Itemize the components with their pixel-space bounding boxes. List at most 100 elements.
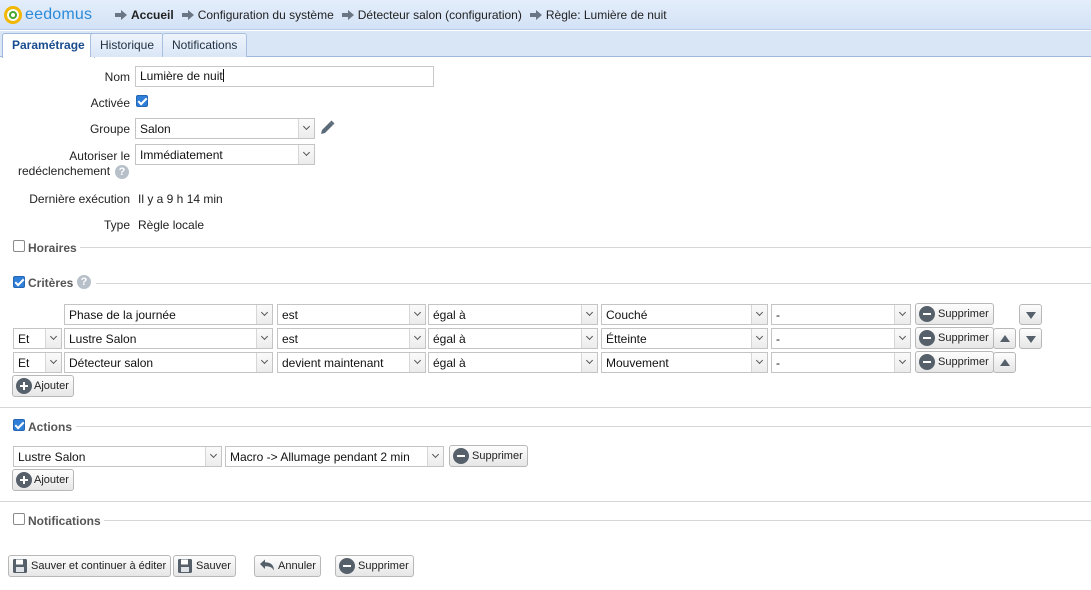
breadcrumb-regle: Règle: Lumière de nuit (529, 8, 667, 22)
criteria-device-select[interactable]: Détecteur salon (64, 352, 273, 373)
breadcrumb-configuration[interactable]: Configuration du système (181, 8, 334, 22)
action-delete-button[interactable]: Supprimer (449, 445, 528, 467)
arrow-right-icon (181, 10, 194, 20)
criteres-divider (96, 283, 1091, 284)
triangle-up-icon (1000, 359, 1010, 366)
action-device-select[interactable]: Lustre Salon (13, 446, 222, 467)
chevron-down-icon (49, 332, 58, 341)
minus-circle-icon (919, 330, 935, 346)
plus-circle-icon (16, 472, 32, 488)
chevron-down-icon (413, 308, 422, 317)
criteria-extra-select[interactable]: - (771, 328, 911, 349)
chevron-down-icon (302, 122, 311, 131)
add-action-button[interactable]: Ajouter (12, 469, 74, 491)
criteria-extra-select[interactable]: - (771, 352, 911, 373)
move-up-button[interactable] (993, 328, 1016, 349)
undo-arrow-icon (260, 559, 274, 571)
chevron-down-icon (302, 148, 311, 157)
autoriser-label-line2: redéclenchement (18, 164, 111, 178)
criteria-value-select[interactable]: Mouvement (601, 352, 768, 373)
chevron-down-icon (898, 356, 907, 365)
horaires-divider (80, 247, 1091, 248)
tab-parametrage[interactable]: Paramétrage (2, 33, 95, 58)
chevron-down-icon (755, 332, 764, 341)
move-down-button[interactable] (1019, 304, 1042, 325)
derniere-execution-value: Il y a 9 h 14 min (138, 192, 223, 206)
nom-label: Nom (104, 70, 130, 84)
criteria-extra-select[interactable]: - (771, 304, 911, 325)
chevron-down-icon (49, 356, 58, 365)
chevron-down-icon (260, 356, 269, 365)
help-icon[interactable]: ? (115, 165, 129, 179)
criteres-checkbox[interactable] (13, 276, 25, 288)
move-up-button[interactable] (993, 352, 1016, 373)
criteria-device-select[interactable]: Lustre Salon (64, 328, 273, 349)
actions-checkbox[interactable] (13, 419, 25, 431)
cancel-button[interactable]: Annuler (254, 555, 321, 577)
type-value: Règle locale (138, 218, 205, 232)
floppy-disk-icon (13, 559, 27, 573)
criteria-value-select[interactable]: Couché (601, 304, 768, 325)
criteres-title: Critères (28, 276, 74, 290)
triangle-down-icon (1026, 336, 1036, 343)
groupe-select[interactable]: Salon (135, 118, 315, 139)
breadcrumb-detecteur[interactable]: Détecteur salon (configuration) (341, 8, 522, 22)
type-label: Type (103, 218, 130, 232)
autoriser-select[interactable]: Immédiatement (135, 144, 315, 165)
logo-text: eedomus (25, 6, 93, 23)
criteria-compare-select[interactable]: égal à (428, 352, 598, 373)
criteria-operator-select[interactable]: est (277, 304, 426, 325)
activee-checkbox[interactable] (136, 95, 148, 107)
triangle-up-icon (1000, 335, 1010, 342)
chevron-down-icon (898, 308, 907, 317)
criteria-value-select[interactable]: Étteinte (601, 328, 768, 349)
autoriser-label-line1: Autoriser le (69, 149, 130, 163)
derniere-execution-label: Dernière exécution (29, 192, 130, 206)
criteria-conjunction-select[interactable]: Et (13, 328, 62, 349)
arrow-right-icon (341, 10, 354, 20)
notifications-checkbox[interactable] (13, 513, 25, 525)
chevron-down-icon (755, 308, 764, 317)
minus-circle-icon (919, 306, 935, 322)
actions-divider (76, 426, 1091, 427)
triangle-down-icon (1026, 312, 1036, 319)
minus-circle-icon (919, 354, 935, 370)
chevron-down-icon (585, 308, 594, 317)
breadcrumb-accueil[interactable]: Accueil (115, 8, 174, 22)
add-criteria-button[interactable]: Ajouter (12, 375, 74, 397)
delete-rule-button[interactable]: Supprimer (335, 555, 414, 577)
horaires-checkbox[interactable] (13, 240, 25, 252)
criteria-conjunction-select[interactable]: Et (13, 352, 62, 373)
save-continue-button[interactable]: Sauver et continuer à éditer (8, 555, 172, 577)
chevron-down-icon (898, 332, 907, 341)
criteria-delete-button[interactable]: Supprimer (915, 351, 994, 373)
tab-notifications[interactable]: Notifications (162, 33, 248, 57)
criteria-delete-button[interactable]: Supprimer (915, 303, 994, 325)
criteria-operator-select[interactable]: est (277, 328, 426, 349)
criteria-compare-select[interactable]: égal à (428, 304, 598, 325)
pencil-icon[interactable] (318, 119, 336, 137)
top-bar: eedomus Accueil Configuration du système… (0, 0, 1091, 30)
floppy-disk-icon (178, 559, 192, 573)
criteria-delete-button[interactable]: Supprimer (915, 327, 994, 349)
logo-icon (4, 6, 22, 24)
move-down-button[interactable] (1019, 328, 1042, 349)
actions-title: Actions (28, 420, 73, 434)
chevron-down-icon (209, 450, 218, 459)
horaires-title: Horaires (28, 241, 77, 255)
tab-strip: Paramétrage Historique Notifications (0, 31, 1091, 58)
nom-input[interactable]: Lumière de nuit (135, 66, 434, 87)
chevron-down-icon (431, 450, 440, 459)
arrow-right-icon (115, 10, 127, 20)
action-command-select[interactable]: Macro -> Allumage pendant 2 min (225, 446, 444, 467)
plus-circle-icon (16, 378, 32, 394)
tab-historique[interactable]: Historique (90, 33, 165, 57)
notifications-title: Notifications (28, 514, 101, 528)
eedomus-logo[interactable]: eedomus (4, 5, 92, 25)
chevron-down-icon (413, 332, 422, 341)
criteria-device-select[interactable]: Phase de la journée (64, 304, 273, 325)
criteria-compare-select[interactable]: égal à (428, 328, 598, 349)
save-button[interactable]: Sauver (173, 555, 236, 577)
criteria-operator-select[interactable]: devient maintenant (277, 352, 426, 373)
help-icon[interactable]: ? (77, 275, 91, 289)
